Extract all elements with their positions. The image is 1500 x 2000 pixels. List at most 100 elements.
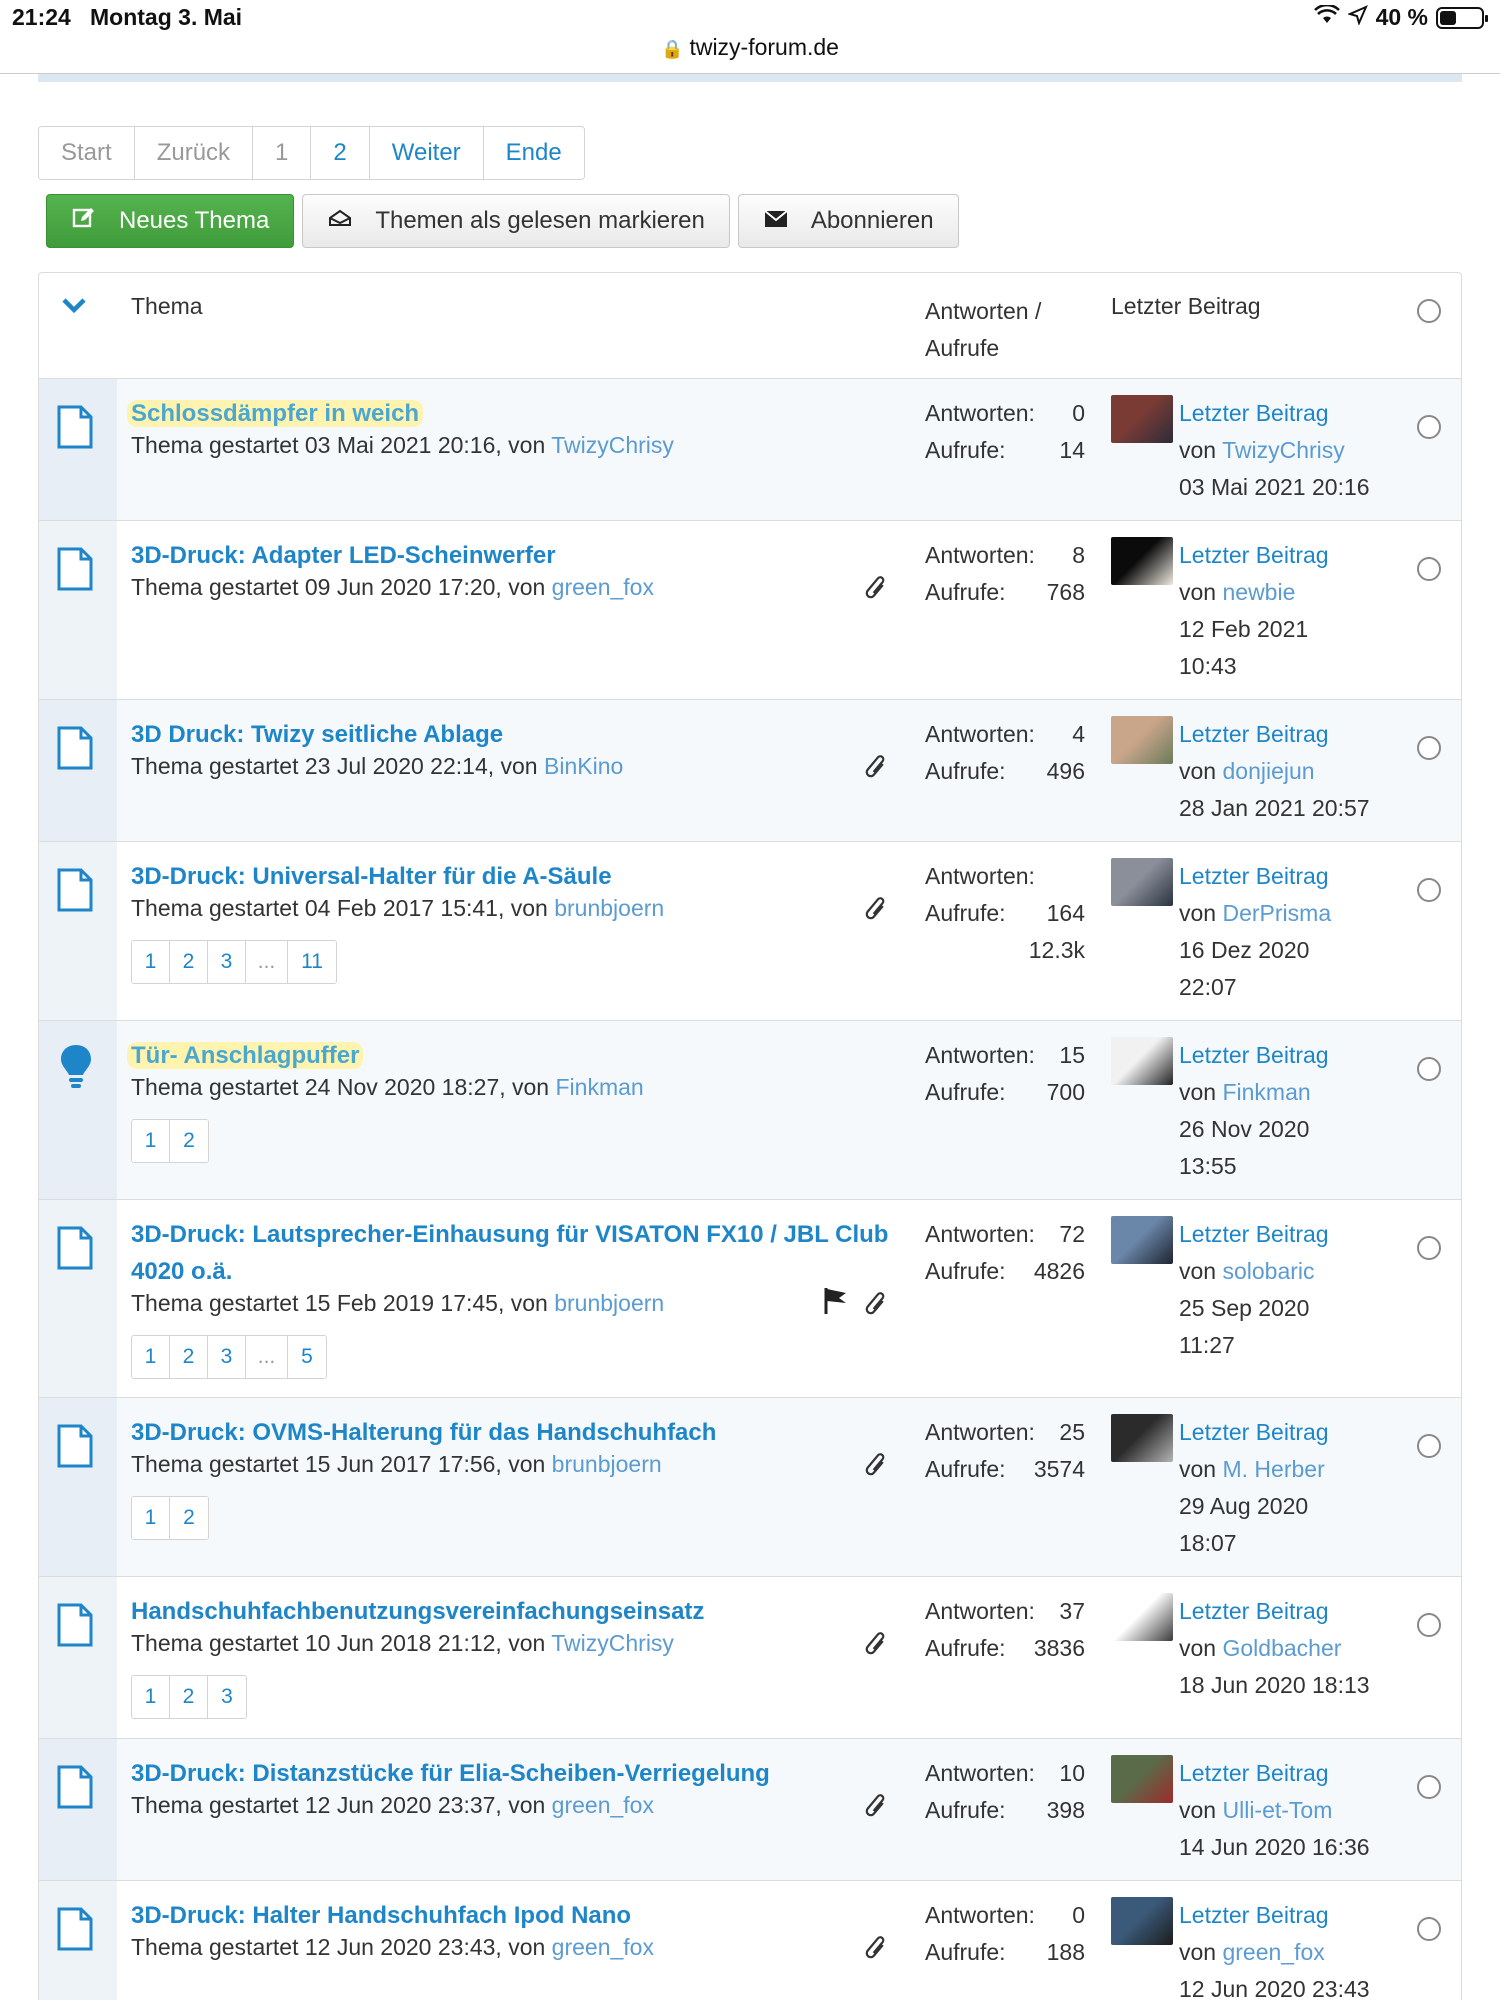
- pagination-page-2[interactable]: 2: [311, 127, 370, 179]
- wifi-icon: [1313, 3, 1340, 31]
- last-poster-avatar[interactable]: [1111, 1216, 1173, 1264]
- pagination-page-1[interactable]: 1: [253, 127, 312, 179]
- last-post-link[interactable]: Letzter Beitrag: [1179, 1037, 1329, 1074]
- topic-page-link[interactable]: 1: [132, 1497, 170, 1539]
- last-poster-avatar[interactable]: [1111, 537, 1173, 585]
- topic-page-link[interactable]: 2: [170, 941, 208, 983]
- topic-title-link[interactable]: 3D Druck: Twizy seitliche Ablage: [131, 716, 891, 753]
- topic-select-checkbox[interactable]: [1417, 1434, 1441, 1458]
- topic-title-link[interactable]: 3D-Druck: OVMS-Halterung für das Handsch…: [131, 1414, 891, 1451]
- topic-starter-link[interactable]: Finkman: [556, 1074, 644, 1100]
- last-poster-avatar[interactable]: [1111, 1037, 1173, 1085]
- topic-page-link[interactable]: 1: [132, 941, 170, 983]
- document-icon: [57, 547, 93, 591]
- topic-select-checkbox[interactable]: [1417, 1236, 1441, 1260]
- last-post-link[interactable]: Letzter Beitrag: [1179, 1216, 1329, 1253]
- topic-page-link[interactable]: 1: [132, 1676, 170, 1718]
- topic-starter-link[interactable]: brunbjoern: [554, 895, 664, 921]
- topic-select-checkbox[interactable]: [1417, 1057, 1441, 1081]
- topic-select-checkbox[interactable]: [1417, 736, 1441, 760]
- views-label: Aufrufe:: [925, 1797, 1006, 1823]
- last-poster-link[interactable]: M. Herber: [1222, 1456, 1324, 1482]
- topic-page-link[interactable]: 11: [288, 941, 336, 983]
- topic-select-checkbox[interactable]: [1417, 1917, 1441, 1941]
- topic-page-link[interactable]: 5: [288, 1336, 326, 1378]
- document-icon: [57, 405, 93, 449]
- last-post-link[interactable]: Letzter Beitrag: [1179, 395, 1370, 432]
- status-date: Montag 3. Mai: [90, 4, 243, 30]
- topic-starter-link[interactable]: brunbjoern: [554, 1290, 664, 1316]
- column-header-last-post[interactable]: Letzter Beitrag: [1111, 293, 1261, 320]
- topic-select-checkbox[interactable]: [1417, 1613, 1441, 1637]
- topic-page-link[interactable]: 3: [208, 1336, 246, 1378]
- topic-starter-link[interactable]: green_fox: [552, 1934, 654, 1960]
- last-poster-link[interactable]: donjiejun: [1222, 758, 1314, 784]
- chevron-down-icon[interactable]: [61, 291, 87, 322]
- topic-page-link[interactable]: 2: [170, 1497, 208, 1539]
- topic-starter-link[interactable]: green_fox: [552, 574, 654, 600]
- last-post-link[interactable]: Letzter Beitrag: [1179, 1414, 1329, 1451]
- last-poster-link[interactable]: solobaric: [1222, 1258, 1314, 1284]
- last-post-link[interactable]: Letzter Beitrag: [1179, 716, 1370, 753]
- topic-title-link[interactable]: 3D-Druck: Universal-Halter für die A-Säu…: [131, 858, 891, 895]
- new-topic-button[interactable]: Neues Thema: [46, 194, 295, 248]
- last-poster-avatar[interactable]: [1111, 1593, 1173, 1641]
- topic-starter-link[interactable]: TwizyChrisy: [551, 432, 674, 458]
- last-poster-avatar[interactable]: [1111, 1755, 1173, 1803]
- topic-select-checkbox[interactable]: [1417, 878, 1441, 902]
- last-post-link[interactable]: Letzter Beitrag: [1179, 858, 1331, 895]
- pagination-start[interactable]: Start: [39, 127, 135, 179]
- topic-started-meta: Thema gestartet 15 Jun 2017 17:56, von b…: [131, 1451, 662, 1478]
- last-poster-avatar[interactable]: [1111, 716, 1173, 764]
- topic-page-link[interactable]: 2: [170, 1336, 208, 1378]
- last-poster-avatar[interactable]: [1111, 395, 1173, 443]
- views-count: 4826: [1033, 1258, 1085, 1284]
- last-poster-link[interactable]: TwizyChrisy: [1222, 437, 1345, 463]
- replies-count: 4: [1072, 721, 1085, 747]
- topic-page-link[interactable]: 2: [170, 1676, 208, 1718]
- topic-page-link[interactable]: 2: [170, 1120, 208, 1162]
- topic-select-checkbox[interactable]: [1417, 557, 1441, 581]
- last-poster-link[interactable]: Goldbacher: [1222, 1635, 1341, 1661]
- topic-page-link[interactable]: 3: [208, 941, 246, 983]
- topic-title-link[interactable]: 3D-Druck: Lautsprecher-Einhausung für VI…: [131, 1216, 891, 1290]
- topic-page-link[interactable]: 1: [132, 1336, 170, 1378]
- address-bar[interactable]: 🔒 twizy-forum.de: [0, 34, 1500, 74]
- topic-page-link[interactable]: 3: [208, 1676, 246, 1718]
- last-poster-link[interactable]: green_fox: [1222, 1939, 1324, 1965]
- last-post-link[interactable]: Letzter Beitrag: [1179, 1593, 1370, 1630]
- topic-starter-link[interactable]: BinKino: [544, 753, 623, 779]
- last-poster-avatar[interactable]: [1111, 1414, 1173, 1462]
- topic-select-checkbox[interactable]: [1417, 1775, 1441, 1799]
- topic-page-link[interactable]: 1: [132, 1120, 170, 1162]
- last-post-link[interactable]: Letzter Beitrag: [1179, 1755, 1370, 1792]
- last-poster-avatar[interactable]: [1111, 858, 1173, 906]
- last-poster-link[interactable]: DerPrisma: [1222, 900, 1331, 926]
- topic-starter-link[interactable]: green_fox: [552, 1792, 654, 1818]
- column-header-stats[interactable]: Antworten / Aufrufe: [925, 293, 1041, 367]
- last-poster-link[interactable]: Ulli-et-Tom: [1222, 1797, 1332, 1823]
- topic-starter-link[interactable]: brunbjoern: [552, 1451, 662, 1477]
- topic-select-checkbox[interactable]: [1417, 415, 1441, 439]
- topic-title-link[interactable]: 3D-Druck: Halter Handschuhfach Ipod Nano: [131, 1897, 891, 1934]
- last-post-time: 13:55: [1179, 1153, 1237, 1179]
- select-all-checkbox[interactable]: [1417, 299, 1441, 323]
- last-post-link[interactable]: Letzter Beitrag: [1179, 537, 1329, 574]
- pagination-next[interactable]: Weiter: [369, 127, 484, 179]
- last-post-link[interactable]: Letzter Beitrag: [1179, 1897, 1370, 1934]
- subscribe-button[interactable]: Abonnieren: [737, 194, 959, 248]
- document-icon: [57, 1424, 93, 1468]
- column-header-topic[interactable]: Thema: [131, 293, 203, 320]
- last-poster-link[interactable]: Finkman: [1222, 1079, 1310, 1105]
- topic-starter-link[interactable]: TwizyChrisy: [551, 1630, 674, 1656]
- last-poster-avatar[interactable]: [1111, 1897, 1173, 1945]
- topic-title-link[interactable]: Tür- Anschlagpuffer: [127, 1037, 891, 1074]
- topic-title-link[interactable]: Handschuhfachbenutzungsvereinfachungsein…: [131, 1593, 891, 1630]
- pagination-end[interactable]: Ende: [483, 127, 584, 179]
- topic-title-link[interactable]: 3D-Druck: Distanzstücke für Elia-Scheibe…: [131, 1755, 891, 1792]
- pagination-back[interactable]: Zurück: [134, 127, 254, 179]
- mark-read-button[interactable]: Themen als gelesen markieren: [302, 194, 730, 248]
- last-poster-link[interactable]: newbie: [1222, 579, 1295, 605]
- topic-title-link[interactable]: 3D-Druck: Adapter LED-Scheinwerfer: [131, 537, 891, 574]
- topic-title-link[interactable]: Schlossdämpfer in weich: [127, 395, 891, 432]
